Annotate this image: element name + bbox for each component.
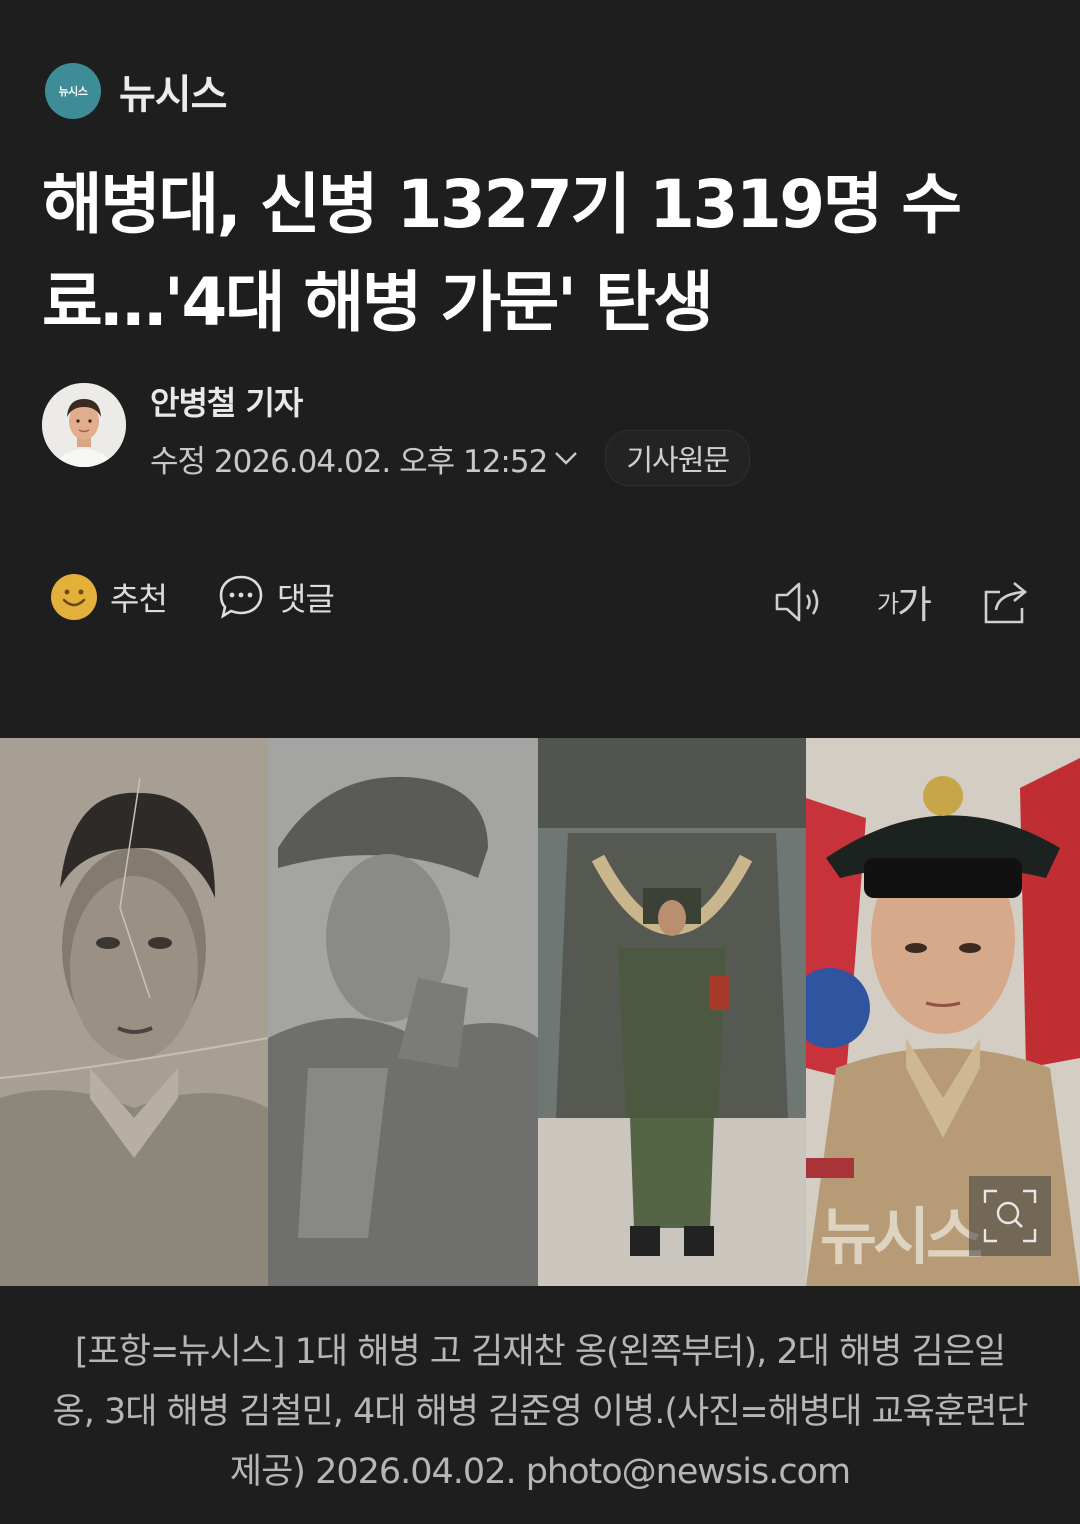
article-title: 해병대, 신병 1327기 1319명 수료…'4대 해병 가문' 탄생 — [42, 166, 962, 341]
author-photo — [42, 383, 126, 467]
share-icon — [984, 581, 1028, 623]
font-size-button[interactable]: 가가 — [876, 574, 932, 629]
font-size-small-glyph: 가 — [876, 590, 899, 618]
photo-zoom-button[interactable] — [969, 1176, 1051, 1256]
font-size-large-glyph: 가 — [897, 583, 932, 627]
article-timestamp: 수정 2026.04.02. 오후 12:52 — [150, 443, 548, 480]
recommend-label: 추천 — [110, 580, 168, 618]
article-page: 뉴시스 뉴시스 해병대, 신병 1327기 1319명 수료…'4대 해병 가문… — [0, 0, 1080, 1524]
photo-watermark: 뉴시스 — [820, 1200, 983, 1273]
original-article-button[interactable]: 기사원문 — [605, 430, 751, 486]
chevron-down-icon[interactable] — [553, 440, 579, 476]
press-name[interactable]: 뉴시스 — [119, 62, 227, 120]
photo-caption: [포항=뉴시스] 1대 해병 고 김재찬 옹(왼쪽부터), 2대 해병 김은일 … — [52, 1332, 1029, 1492]
recommend-button[interactable]: 추천 — [50, 573, 168, 621]
author-name[interactable]: 안병철 기자 — [150, 378, 303, 424]
tts-button[interactable] — [773, 579, 827, 625]
photo-panel-1st-generation — [0, 738, 268, 1286]
photo-panel-2nd-generation — [268, 738, 538, 1286]
tool-bar: 가가 — [723, 574, 1032, 629]
press-header[interactable]: 뉴시스 뉴시스 — [45, 62, 227, 120]
article-meta: 수정 2026.04.02. 오후 12:52 기사원문 — [150, 430, 751, 486]
smile-icon — [51, 574, 97, 620]
reaction-bar: 추천 댓글 — [50, 573, 384, 621]
comment-button[interactable]: 댓글 — [217, 573, 335, 621]
author-avatar[interactable] — [42, 383, 126, 467]
comment-label: 댓글 — [276, 580, 335, 618]
photo-panel-3rd-generation — [538, 738, 806, 1286]
press-logo-text: 뉴시스 — [58, 85, 88, 98]
comment-icon — [219, 575, 263, 619]
zoom-icon — [983, 1189, 1037, 1243]
share-button[interactable] — [980, 578, 1032, 626]
press-logo[interactable]: 뉴시스 — [45, 63, 101, 119]
speaker-icon — [775, 582, 819, 621]
